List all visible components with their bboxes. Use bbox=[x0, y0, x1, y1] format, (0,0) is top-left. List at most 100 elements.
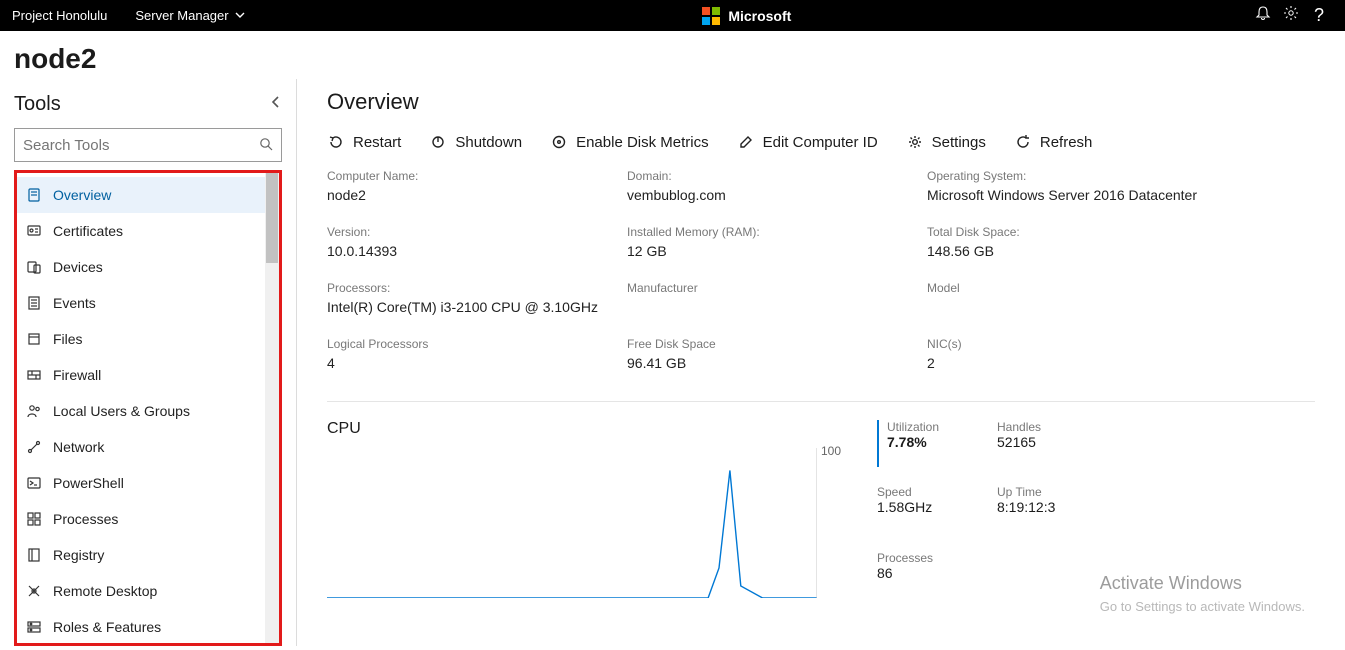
search-icon bbox=[259, 137, 273, 154]
page-title: node2 bbox=[0, 31, 1345, 79]
info-label: Logical Processors bbox=[327, 337, 617, 351]
sidebar-item-processes[interactable]: Processes bbox=[17, 501, 279, 537]
processes-icon bbox=[25, 510, 43, 528]
sidebar-item-label: PowerShell bbox=[53, 475, 124, 491]
sidebar-item-powershell[interactable]: PowerShell bbox=[17, 465, 279, 501]
info-value: 148.56 GB bbox=[927, 243, 1315, 259]
info-cell: Model bbox=[927, 281, 1315, 315]
power-icon bbox=[429, 133, 447, 151]
search-tools-wrap[interactable] bbox=[14, 128, 282, 162]
cpu-stat-label: Handles bbox=[997, 420, 1137, 434]
info-value: Microsoft Windows Server 2016 Datacenter bbox=[927, 187, 1315, 203]
chevron-down-icon bbox=[235, 8, 245, 23]
brand-label[interactable]: Project Honolulu bbox=[12, 8, 107, 23]
cpu-stat-label: Utilization bbox=[887, 420, 987, 434]
edit-icon bbox=[737, 133, 755, 151]
sidebar-item-network[interactable]: Network bbox=[17, 429, 279, 465]
cpu-stat-value: 7.78% bbox=[887, 434, 987, 450]
sidebar-scroll-thumb[interactable] bbox=[266, 173, 278, 263]
enable-disk-metrics-button[interactable]: Enable Disk Metrics bbox=[550, 133, 709, 151]
cpu-stat: Speed1.58GHz bbox=[877, 485, 987, 532]
sidebar-item-roles-features[interactable]: Roles & Features bbox=[17, 609, 279, 645]
settings-button[interactable]: Settings bbox=[906, 133, 986, 151]
roles-icon bbox=[25, 618, 43, 636]
edit-computer-id-button[interactable]: Edit Computer ID bbox=[737, 133, 878, 151]
info-cell: Installed Memory (RAM):12 GB bbox=[627, 225, 917, 259]
info-value: 96.41 GB bbox=[627, 355, 917, 371]
tools-sidebar: Tools OverviewCertificatesDevicesEventsF… bbox=[0, 79, 297, 646]
powershell-icon bbox=[25, 474, 43, 492]
notification-icon[interactable] bbox=[1249, 5, 1277, 26]
sidebar-item-overview[interactable]: Overview bbox=[17, 177, 279, 213]
info-cell: Operating System: Microsoft Windows Serve… bbox=[927, 169, 1315, 203]
info-label: Total Disk Space: bbox=[927, 225, 1315, 239]
toolbar-label: Enable Disk Metrics bbox=[576, 134, 709, 151]
info-value: Intel(R) Core(TM) i3-2100 CPU @ 3.10GHz bbox=[327, 299, 617, 315]
refresh-icon bbox=[1014, 133, 1032, 151]
shutdown-button[interactable]: Shutdown bbox=[429, 133, 522, 151]
server-manager-dropdown[interactable]: Server Manager bbox=[135, 8, 244, 23]
info-cell: Computer Name: node2 bbox=[327, 169, 617, 203]
cpu-stat: Processes86 bbox=[877, 551, 987, 598]
cpu-stat-label: Processes bbox=[877, 551, 987, 565]
toolbar-label: Settings bbox=[932, 134, 986, 151]
tools-heading: Tools bbox=[14, 93, 61, 116]
sidebar-item-firewall[interactable]: Firewall bbox=[17, 357, 279, 393]
info-cell: Logical Processors4 bbox=[327, 337, 617, 371]
dropdown-label: Server Manager bbox=[135, 8, 228, 23]
sidebar-item-events[interactable]: Events bbox=[17, 285, 279, 321]
search-tools-input[interactable] bbox=[23, 137, 259, 154]
sidebar-scrollbar[interactable] bbox=[265, 173, 279, 643]
cpu-ymax-label: 100 bbox=[821, 444, 841, 458]
info-label: Manufacturer bbox=[627, 281, 917, 295]
refresh-button[interactable]: Refresh bbox=[1014, 133, 1093, 151]
firewall-icon bbox=[25, 366, 43, 384]
devices-icon bbox=[25, 258, 43, 276]
tools-highlight-box: Overview Certificates Devices EventsFilesFi… bbox=[14, 170, 282, 646]
gear-icon[interactable] bbox=[1277, 5, 1305, 26]
info-grid: Computer Name:node2Domain:vembublog.comO… bbox=[327, 169, 1315, 371]
sidebar-item-devices[interactable]: Devices bbox=[17, 249, 279, 285]
sidebar-item-files[interactable]: Files bbox=[17, 321, 279, 357]
cpu-stats: Utilization7.78% Handles52165 Speed1.58GHz… bbox=[877, 420, 1137, 598]
info-cell: Manufacturer bbox=[627, 281, 917, 315]
sidebar-item-certificates[interactable]: Certificates bbox=[17, 213, 279, 249]
sidebar-item-label: Overview bbox=[53, 187, 111, 203]
cpu-stat-value: 8:19:12:3 bbox=[997, 499, 1137, 515]
info-label: Computer Name: bbox=[327, 169, 617, 183]
tools-list: Overview Certificates Devices EventsFilesFi… bbox=[17, 177, 279, 645]
info-label: Free Disk Space bbox=[627, 337, 917, 351]
toolbar-label: Refresh bbox=[1040, 134, 1093, 151]
main-panel: Overview RestartShutdownEnable Disk Metr… bbox=[297, 79, 1345, 646]
cpu-stat-value: 86 bbox=[877, 565, 987, 581]
info-value: 12 GB bbox=[627, 243, 917, 259]
info-cell: Processors:Intel(R) Core(TM) i3-2100 CPU… bbox=[327, 281, 617, 315]
sidebar-item-registry[interactable]: Registry bbox=[17, 537, 279, 573]
info-label: Operating System: bbox=[927, 169, 1315, 183]
info-value: vembublog.com bbox=[627, 187, 917, 203]
sidebar-item-remote-desktop[interactable]: Remote Desktop bbox=[17, 573, 279, 609]
info-cell: Version: 10.0.14393 bbox=[327, 225, 617, 259]
cpu-stat-label: Speed bbox=[877, 485, 987, 499]
sidebar-item-label: Local Users & Groups bbox=[53, 403, 190, 419]
info-label: Version: bbox=[327, 225, 617, 239]
info-cell: Free Disk Space 96.41 GB bbox=[627, 337, 917, 371]
info-cell: NIC(s)2 bbox=[927, 337, 1315, 371]
cpu-stat-label: Up Time bbox=[997, 485, 1137, 499]
collapse-sidebar-icon[interactable] bbox=[270, 95, 282, 114]
toolbar-label: Restart bbox=[353, 134, 401, 151]
info-value: 10.0.14393 bbox=[327, 243, 617, 259]
sidebar-item-label: Registry bbox=[53, 547, 104, 563]
sidebar-item-label: Devices bbox=[53, 259, 103, 275]
restart-button[interactable]: Restart bbox=[327, 133, 401, 151]
cpu-title: CPU bbox=[327, 420, 817, 438]
info-value: node2 bbox=[327, 187, 617, 203]
sidebar-item-label: Network bbox=[53, 439, 104, 455]
cpu-stat-value: 52165 bbox=[997, 434, 1137, 450]
sidebar-item-local-users-groups[interactable]: Local Users & Groups bbox=[17, 393, 279, 429]
registry-icon bbox=[25, 546, 43, 564]
help-icon[interactable]: ? bbox=[1305, 5, 1333, 26]
cpu-section: CPU 100 Utilization7.78% Handles52165 Spee… bbox=[327, 401, 1315, 598]
cpu-stat-value: 1.58GHz bbox=[877, 499, 987, 515]
overview-icon bbox=[25, 186, 43, 204]
